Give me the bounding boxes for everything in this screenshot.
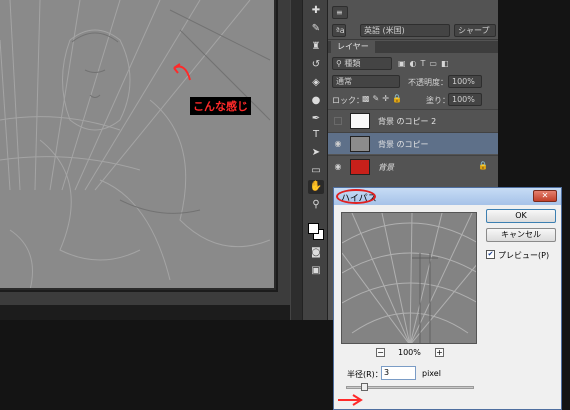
layer-name: 背景 <box>378 163 394 172</box>
dock-background <box>498 0 570 187</box>
annotation-label: こんな感じ <box>190 97 251 115</box>
ok-button[interactable]: OK <box>486 209 556 223</box>
canvas-gutter-right <box>278 0 290 305</box>
radius-slider-handle[interactable] <box>361 383 368 391</box>
annotation-arrow-icon <box>338 394 363 406</box>
preview-label: プレビュー(P) <box>498 251 550 260</box>
canvas-workspace: こんな感じ <box>0 0 302 320</box>
annotation-circle <box>336 189 376 204</box>
annotation-arrow-icon <box>173 63 191 81</box>
stamp-icon[interactable]: ♜ <box>308 40 324 54</box>
zoom-in-button[interactable]: + <box>435 348 444 357</box>
fill-field[interactable]: 100% <box>448 93 482 106</box>
blur-icon[interactable]: ● <box>308 94 324 108</box>
path-selection-icon[interactable]: ➤ <box>308 146 324 160</box>
brush-icon[interactable]: ✎ <box>308 22 324 36</box>
lock-label: ロック： <box>332 96 364 105</box>
layer-name: 背景 のコピー 2 <box>378 117 437 126</box>
eraser-icon[interactable]: ◈ <box>308 76 324 90</box>
close-button[interactable]: ✕ <box>533 190 557 202</box>
blend-mode-select[interactable]: 通常 <box>332 75 400 88</box>
document-canvas[interactable]: こんな感じ <box>0 0 276 290</box>
high-pass-dialog: ハイパス ✕ OK キャンセル ✔ プレビュー(P) − 100% + 半径(R… <box>333 187 562 410</box>
layer-thumbnail <box>350 159 370 175</box>
lock-icon: 🔒 <box>478 161 488 170</box>
zoom-level: 100% <box>398 348 421 357</box>
layer-row-selected[interactable]: ◉ 背景 のコピー <box>328 132 498 154</box>
eye-icon[interactable]: ◉ <box>333 139 343 149</box>
character-panel: ≡ ªa 英語 (米国) シャープ <box>328 0 498 40</box>
zoom-icon[interactable]: ⚲ <box>308 198 324 212</box>
opacity-field[interactable]: 100% <box>448 75 482 88</box>
preview-image <box>342 213 476 343</box>
lock-icons[interactable]: ▩✎✛🔒 <box>362 94 405 103</box>
opacity-label: 不透明度： <box>408 78 448 87</box>
layer-name: 背景 のコピー <box>378 140 429 149</box>
eye-icon[interactable]: ◉ <box>333 162 343 172</box>
kerning-icon[interactable]: ≡ <box>332 6 348 19</box>
healing-brush-icon[interactable]: ✚ <box>308 4 324 18</box>
dialog-titlebar[interactable]: ハイパス ✕ <box>334 188 561 205</box>
cancel-button[interactable]: キャンセル <box>486 228 556 242</box>
radius-input[interactable]: 3 <box>381 366 416 380</box>
filter-icons[interactable]: ▣◐T▭◧ <box>398 59 453 68</box>
visibility-toggle[interactable] <box>334 117 342 125</box>
layers-panel-header: レイヤー <box>328 41 498 53</box>
pen-icon[interactable]: ✒ <box>308 112 324 126</box>
layer-filter-select[interactable]: ⚲ 種類 <box>332 57 392 70</box>
layer-row[interactable]: ◉ 背景 🔒 <box>328 155 498 177</box>
filter-preview[interactable] <box>341 212 477 344</box>
canvas-gutter-bottom <box>0 292 290 305</box>
rectangle-icon[interactable]: ▭ <box>308 164 324 178</box>
anti-alias-select[interactable]: シャープ <box>454 24 496 37</box>
zoom-out-button[interactable]: − <box>376 348 385 357</box>
foreground-color-swatch[interactable] <box>308 223 319 234</box>
language-select[interactable]: 英語 (米国) <box>360 24 450 37</box>
layer-thumbnail <box>350 136 370 152</box>
high-pass-image <box>0 0 274 288</box>
fill-label: 塗り： <box>426 96 450 105</box>
radius-label: 半径(R)： <box>347 370 383 379</box>
hand-icon[interactable]: ✋ <box>308 180 324 194</box>
layer-row[interactable]: 背景 のコピー 2 <box>328 109 498 131</box>
quick-mask-icon[interactable]: ◙ <box>308 246 324 260</box>
layer-thumbnail <box>350 113 370 129</box>
radius-unit: pixel <box>422 369 441 378</box>
tab-layers[interactable]: レイヤー <box>331 41 375 53</box>
filter-kind-label: 種類 <box>344 59 361 68</box>
aa-icon: ªa <box>332 24 346 37</box>
tools-panel: ✚ ✎ ♜ ↺ ◈ ● ✒ T ➤ ▭ ✋ ⚲ ◙ ▣ <box>302 0 328 320</box>
preview-checkbox[interactable]: ✔ <box>486 250 495 259</box>
history-brush-icon[interactable]: ↺ <box>308 58 324 72</box>
screen-mode-icon[interactable]: ▣ <box>308 264 324 278</box>
vertical-scrollbar[interactable] <box>290 0 302 320</box>
type-icon[interactable]: T <box>308 128 324 142</box>
